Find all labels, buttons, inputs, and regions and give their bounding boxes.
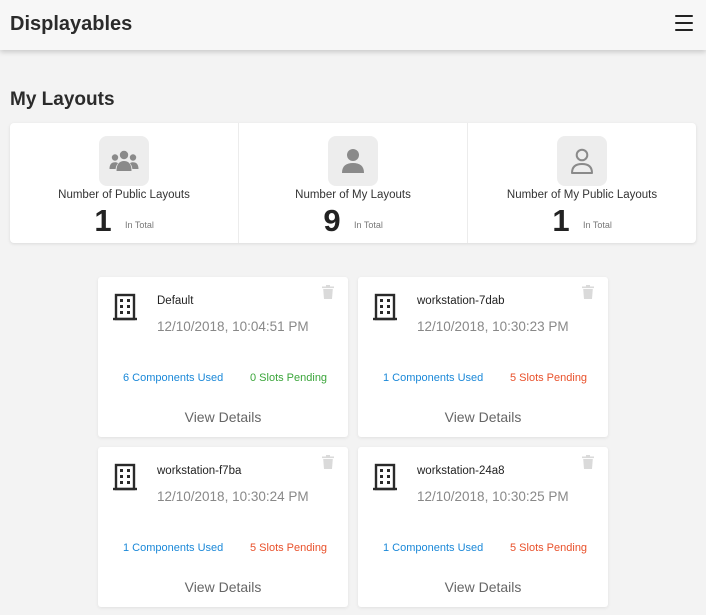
user-outline-icon [557, 136, 607, 186]
hamburger-menu-icon[interactable] [675, 15, 693, 33]
stat-my-public-layouts: Number of My Public Layouts 1 In Total [467, 123, 696, 243]
components-used-link[interactable]: 1 Components Used [383, 372, 483, 384]
components-used-link[interactable]: 6 Components Used [123, 372, 223, 384]
layout-date: 12/10/2018, 10:04:51 PM [157, 319, 309, 334]
stat-unit: In Total [354, 220, 383, 230]
building-icon [373, 463, 397, 491]
layout-date: 12/10/2018, 10:30:24 PM [157, 489, 309, 504]
slots-pending-status: 5 Slots Pending [510, 542, 588, 554]
stat-value: 1 [94, 203, 112, 238]
stat-label: Number of My Layouts [295, 189, 411, 201]
view-details-button[interactable]: View Details [358, 409, 608, 425]
top-app-bar: Displayables [0, 0, 706, 50]
page-title: My Layouts [10, 89, 115, 110]
building-icon [113, 463, 137, 491]
components-used-link[interactable]: 1 Components Used [383, 542, 483, 554]
stat-public-layouts: Number of Public Layouts 1 In Total [10, 123, 238, 243]
users-group-icon [99, 136, 149, 186]
trash-icon[interactable] [322, 455, 334, 469]
stat-value: 9 [323, 203, 341, 238]
user-filled-icon [328, 136, 378, 186]
slots-pending-status: 0 Slots Pending [250, 372, 328, 384]
layout-card: Default 12/10/2018, 10:04:51 PM 6 Compon… [98, 277, 348, 437]
layout-name: workstation-24a8 [417, 465, 505, 477]
trash-icon[interactable] [322, 285, 334, 299]
layout-stats-panel: Number of Public Layouts 1 In Total Numb… [10, 123, 696, 243]
stat-unit: In Total [125, 220, 154, 230]
building-icon [373, 293, 397, 321]
stat-unit: In Total [583, 220, 612, 230]
layout-name: Default [157, 295, 194, 307]
layout-name: workstation-7dab [417, 295, 505, 307]
stat-my-layouts: Number of My Layouts 9 In Total [238, 123, 467, 243]
trash-icon[interactable] [582, 285, 594, 299]
trash-icon[interactable] [582, 455, 594, 469]
stat-label: Number of Public Layouts [58, 189, 190, 201]
layout-date: 12/10/2018, 10:30:23 PM [417, 319, 569, 334]
view-details-button[interactable]: View Details [98, 409, 348, 425]
stat-label: Number of My Public Layouts [506, 189, 658, 201]
view-details-button[interactable]: View Details [358, 579, 608, 595]
components-used-link[interactable]: 1 Components Used [123, 542, 223, 554]
slots-pending-status: 5 Slots Pending [510, 372, 588, 384]
stat-value: 1 [552, 203, 570, 238]
layout-card: workstation-24a8 12/10/2018, 10:30:25 PM… [358, 447, 608, 607]
slots-pending-status: 5 Slots Pending [250, 542, 328, 554]
layout-card: workstation-f7ba 12/10/2018, 10:30:24 PM… [98, 447, 348, 607]
building-icon [113, 293, 137, 321]
layout-date: 12/10/2018, 10:30:25 PM [417, 489, 569, 504]
layout-card: workstation-7dab 12/10/2018, 10:30:23 PM… [358, 277, 608, 437]
app-title: Displayables [10, 13, 133, 35]
layout-name: workstation-f7ba [157, 465, 242, 477]
view-details-button[interactable]: View Details [98, 579, 348, 595]
